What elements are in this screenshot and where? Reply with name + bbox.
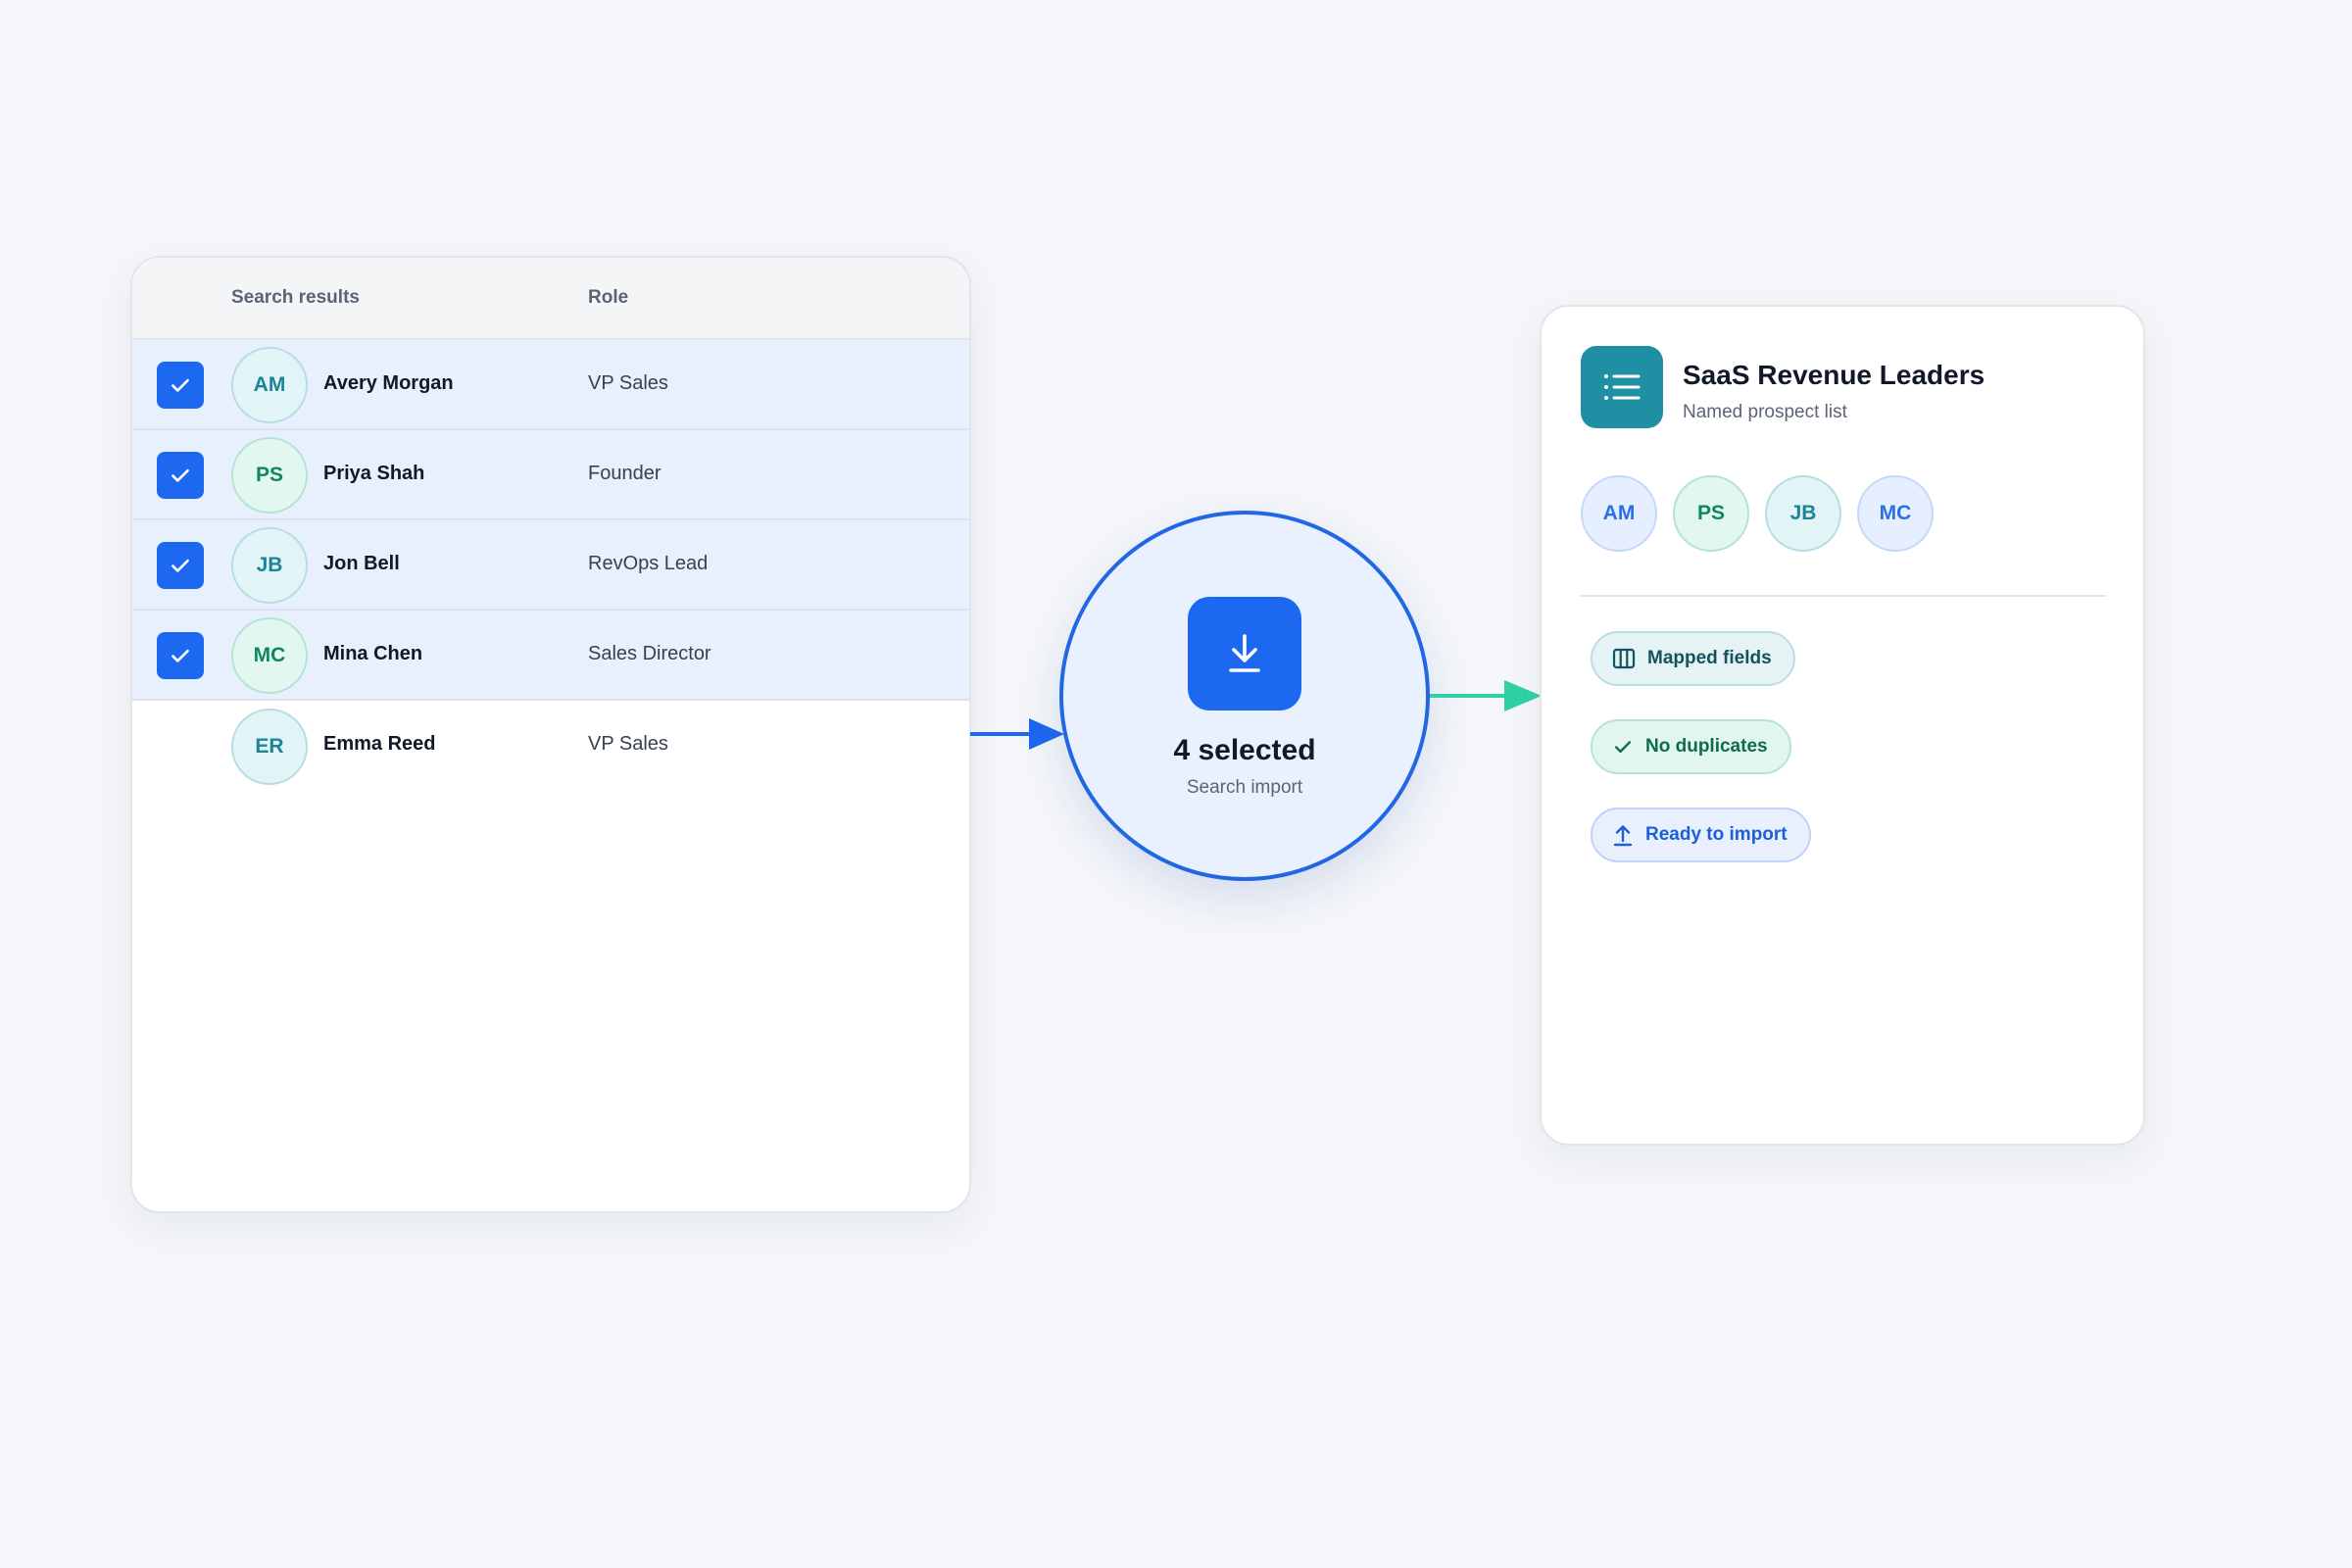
column-header-role[interactable]: Role (588, 287, 628, 309)
avatar: MC (1857, 475, 1934, 552)
selected-count: 4 selected (1173, 734, 1316, 766)
avatar: PS (231, 437, 308, 514)
avatar: ER (231, 709, 308, 785)
check-icon (172, 378, 189, 392)
search-results-table: Search results Role AM Avery Morgan VP S… (130, 256, 971, 1213)
list-title: SaaS Revenue Leaders (1683, 360, 1985, 390)
check-icon (172, 559, 189, 572)
person-name[interactable]: Jon Bell (323, 553, 400, 575)
arrow-connector-to-list (1430, 680, 1542, 711)
person-name[interactable]: Mina Chen (323, 643, 422, 665)
person-role: VP Sales (588, 372, 668, 394)
status-pill-no-duplicates[interactable]: No duplicates (1591, 719, 1791, 774)
row-checkbox[interactable] (157, 542, 204, 589)
person-role: VP Sales (588, 733, 668, 755)
column-header-search-results[interactable]: Search results (231, 287, 360, 309)
person-role: RevOps Lead (588, 553, 709, 574)
status-label: No duplicates (1645, 736, 1768, 757)
table-header: Search results Role (132, 258, 969, 340)
list-icon (1604, 374, 1641, 400)
upload-icon (1613, 825, 1633, 847)
prospect-list-card[interactable]: SaaS Revenue Leaders Named prospect list… (1540, 305, 2145, 1146)
avatar: JB (231, 527, 308, 604)
status-label: Mapped fields (1647, 648, 1772, 668)
row-checkbox[interactable] (157, 632, 204, 679)
status-label: Ready to import (1645, 824, 1788, 845)
member-avatars: AM PS JB MC (1581, 475, 1934, 552)
list-icon-tile (1581, 346, 1663, 428)
table-row[interactable]: ER Emma Reed VP Sales (132, 701, 969, 793)
person-role: Sales Director (588, 643, 711, 664)
check-icon (1614, 741, 1632, 754)
row-checkbox[interactable] (157, 452, 204, 499)
row-checkbox[interactable] (157, 362, 204, 409)
avatar: JB (1765, 475, 1841, 552)
status-pill-ready-to-import[interactable]: Ready to import (1591, 808, 1811, 862)
avatar: PS (1673, 475, 1749, 552)
import-source-label: Search import (1186, 777, 1303, 798)
divider (1581, 595, 2106, 597)
check-icon (172, 468, 189, 482)
avatar: AM (1581, 475, 1657, 552)
table-row[interactable]: MC Mina Chen Sales Director (132, 611, 969, 701)
table-row[interactable]: PS Priya Shah Founder (132, 430, 969, 520)
columns-icon (1612, 648, 1636, 669)
list-subtitle: Named prospect list (1683, 402, 1847, 422)
person-name[interactable]: Emma Reed (323, 733, 436, 756)
import-summary-circle[interactable]: 4 selected Search import (1059, 511, 1430, 881)
avatar: MC (231, 617, 308, 694)
download-button[interactable] (1188, 597, 1301, 710)
person-role: Founder (588, 463, 662, 484)
check-icon (172, 649, 189, 662)
status-pill-mapped-fields[interactable]: Mapped fields (1591, 631, 1795, 686)
arrow-connector-to-import (970, 718, 1064, 750)
table-row[interactable]: JB Jon Bell RevOps Lead (132, 520, 969, 611)
download-icon (1229, 634, 1260, 672)
person-name[interactable]: Priya Shah (323, 463, 424, 485)
avatar: AM (231, 347, 308, 423)
person-name[interactable]: Avery Morgan (323, 372, 454, 395)
table-row[interactable]: AM Avery Morgan VP Sales (132, 340, 969, 430)
